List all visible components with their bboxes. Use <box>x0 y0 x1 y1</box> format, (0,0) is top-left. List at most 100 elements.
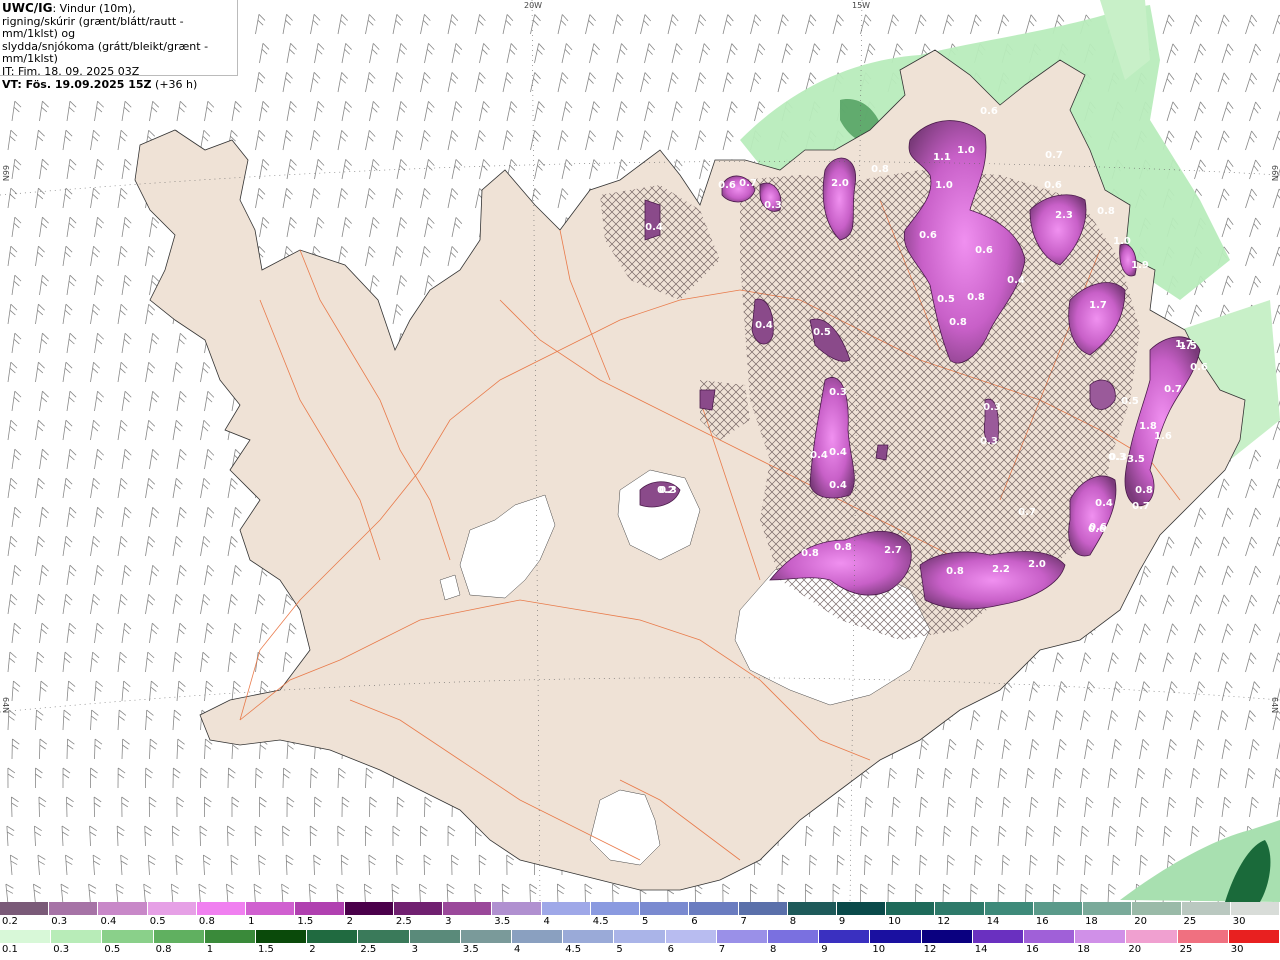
scale-tick-label: 10 <box>872 944 886 955</box>
precip-value-label: 0.6 <box>718 180 736 191</box>
precip-value-label: 0.8 <box>834 542 852 553</box>
snow-scale-labels: 0.2 0.3 0.4 0.5 0.8 1 1.5 2 2.5 3 3.5 4 4.5 5 6 7 8 9 10 12… <box>0 915 1280 930</box>
lead-time: (+36 h) <box>155 77 198 91</box>
precip-value-label: 1.5 <box>1179 341 1197 352</box>
scale-color-cell <box>512 930 564 943</box>
precip-value-label: 0.4 <box>810 450 828 461</box>
precip-value-label: 0.4 <box>755 320 773 331</box>
precip-value-label: 1.0 <box>935 180 953 191</box>
precip-value-label: 2.0 <box>1028 559 1046 570</box>
scale-color-cell <box>204 930 257 943</box>
precip-value-label: 0.3 <box>1109 452 1127 463</box>
scale-color-cell <box>295 902 345 915</box>
scale-color-cell <box>147 902 197 915</box>
precip-value-label: 0.7 <box>1132 501 1150 512</box>
scale-color-cell <box>1132 902 1182 915</box>
precip-value-label: 0.7 <box>1045 150 1063 161</box>
color-scales: 0.2 0.3 0.4 0.5 0.8 1 1.5 2 2.5 3 3.5 4 4.5 5 6 7 8 9 10 12… <box>0 902 1280 960</box>
scale-color-cell <box>1075 930 1127 943</box>
scale-tick-label: 30 <box>1232 916 1246 927</box>
scale-tick-label: 30 <box>1230 944 1244 955</box>
precip-value-label: 0.6 <box>1089 522 1107 533</box>
scale-tick-label: 2 <box>309 944 316 955</box>
precip-value-label: 1.1 <box>933 152 951 163</box>
precip-value-label: 0.4 <box>1095 498 1113 509</box>
precip-value-label: 0.3 <box>659 485 677 496</box>
scale-tick-label: 0.2 <box>2 916 18 927</box>
lon-label-20w: 20W <box>524 1 543 10</box>
scale-color-cell <box>246 902 296 915</box>
scale-color-cell <box>460 930 513 943</box>
lon-label-15w: 15W <box>852 1 871 10</box>
precip-value-label: 1.6 <box>1154 431 1172 442</box>
scale-color-cell <box>541 902 591 915</box>
scale-color-cell <box>1177 930 1229 943</box>
precip-value-label: 0.8 <box>967 292 985 303</box>
lat-label-right-66n: 66N <box>1270 165 1279 182</box>
description-line2: rigning/skúrir (grænt/blátt/rautt - mm/1… <box>2 14 184 41</box>
precip-value-label: 0.7 <box>1018 507 1036 518</box>
scale-color-cell <box>819 930 871 943</box>
scale-color-cell <box>1024 930 1076 943</box>
scale-tick-label: 14 <box>986 916 1000 927</box>
precip-value-label: 2.0 <box>831 178 849 189</box>
scale-color-cell <box>443 902 493 915</box>
scale-tick-label: 16 <box>1026 944 1039 955</box>
precip-value-label: 3.5 <box>1127 454 1145 465</box>
scale-tick-label: 3.5 <box>494 916 511 927</box>
scale-tick-label: 7 <box>718 944 726 955</box>
scale-tick-label: 0.8 <box>198 916 215 927</box>
scale-color-cell <box>921 930 973 943</box>
precip-value-label: 0.8 <box>801 548 819 559</box>
scale-tick-label: 20 <box>1134 916 1148 927</box>
scale-tick-label: 25 <box>1183 916 1197 927</box>
scale-tick-label: 4.5 <box>592 916 609 927</box>
scale-color-cell <box>1083 902 1133 915</box>
scale-tick-label: 2.5 <box>360 944 377 955</box>
scale-color-cell <box>0 930 52 943</box>
precip-value-label: 0.5 <box>1121 396 1139 407</box>
scale-tick-label: 7 <box>740 916 747 927</box>
scale-tick-label: 18 <box>1077 944 1090 955</box>
scale-color-cell <box>1230 902 1280 915</box>
scale-color-cell <box>768 930 820 943</box>
precip-value-label: 0.6 <box>980 106 998 117</box>
scale-color-cell <box>256 930 308 943</box>
scale-color-cell <box>870 930 922 943</box>
scale-tick-label: 4 <box>543 916 550 927</box>
scale-tick-label: 8 <box>789 916 797 927</box>
precip-value-label: 0.6 <box>975 245 993 256</box>
scale-tick-label: 25 <box>1179 944 1193 955</box>
scale-color-cell <box>307 930 359 943</box>
scale-color-cell <box>0 902 50 915</box>
scale-tick-label: 4 <box>514 944 521 955</box>
lat-label-left-66n: 66N <box>1 165 10 182</box>
precip-value-label: 0.5 <box>937 294 955 305</box>
scale-color-cell <box>836 902 887 915</box>
scale-tick-label: 6 <box>691 916 698 927</box>
scale-color-cell <box>738 902 788 915</box>
precip-value-label: 0.8 <box>946 566 964 577</box>
scale-tick-label: 2.5 <box>395 916 412 927</box>
precip-value-label: 0.4 <box>1007 275 1025 286</box>
precip-value-label: 1.9 <box>1131 260 1149 271</box>
scale-tick-label: 0.8 <box>155 944 172 955</box>
scale-color-cell <box>1228 930 1280 943</box>
valid-time: VT: Fös. 19.09.2025 15Z <box>2 77 152 91</box>
scale-color-cell <box>1033 902 1084 915</box>
scale-tick-label: 10 <box>888 916 901 927</box>
precip-value-label: 0.4 <box>829 447 847 458</box>
scale-color-cell <box>51 930 103 943</box>
precip-value-label: 0.3 <box>764 200 782 211</box>
precip-value-label: 1.7 <box>1089 300 1107 311</box>
scale-tick-label: 18 <box>1085 916 1098 927</box>
precip-value-label: 0.3 <box>983 402 1001 413</box>
lat-label-left-64n: 64N <box>1 697 10 714</box>
map-info-box: UWC/IG: Vindur (10m), rigning/skúrir (gr… <box>0 0 238 90</box>
description-line3: slydda/snjókoma (grátt/bleikt/grænt - mm… <box>2 39 209 66</box>
model-name: UWC/IG <box>2 1 53 15</box>
precip-value-label: 0.8 <box>1135 485 1153 496</box>
scale-tick-label: 3.5 <box>462 944 479 955</box>
scale-tick-label: 6 <box>667 944 674 955</box>
scale-color-cell <box>409 930 461 943</box>
